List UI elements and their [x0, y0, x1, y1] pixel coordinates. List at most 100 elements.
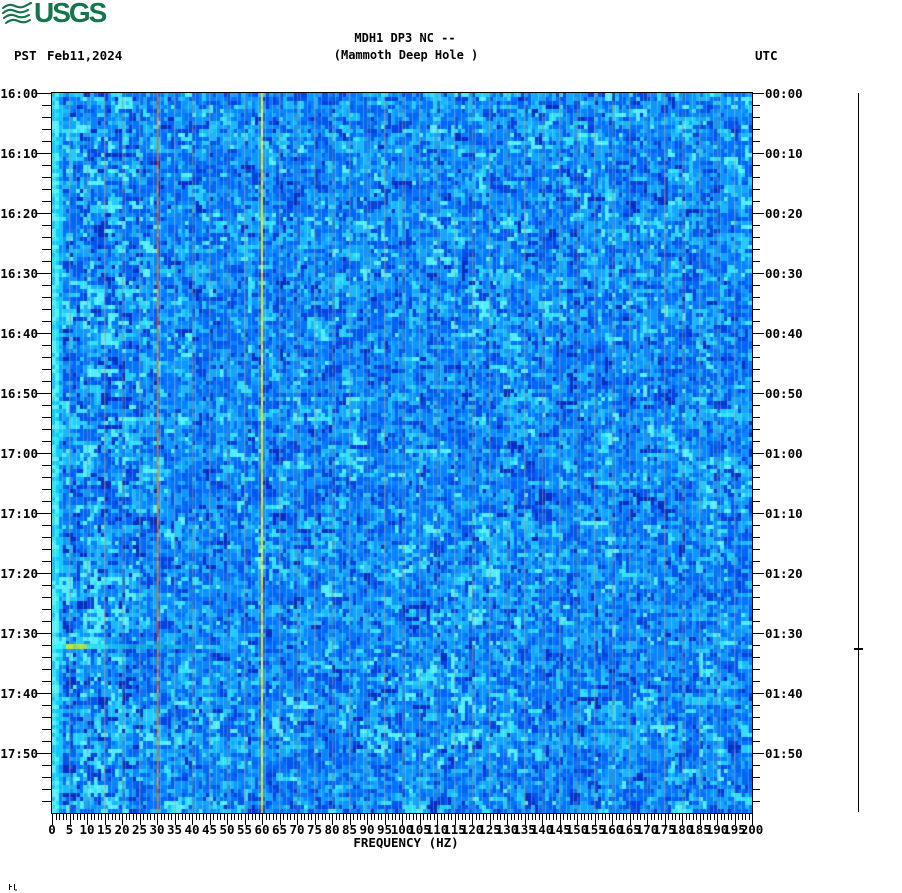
- x-axis-tick: [77, 813, 78, 820]
- x-axis-tick: [511, 813, 512, 820]
- station-title: MDH1 DP3 NC --: [354, 31, 455, 45]
- x-axis-tick: [738, 813, 739, 820]
- x-axis-tick: [346, 813, 347, 820]
- x-axis-tick-label: 0: [48, 822, 56, 837]
- x-axis-tick: [168, 813, 169, 820]
- x-axis-tick: [252, 813, 253, 820]
- left-axis-tick: [42, 129, 52, 130]
- x-axis-tick: [381, 813, 382, 820]
- left-axis-tick: [36, 213, 52, 214]
- x-axis-tick: [616, 813, 617, 820]
- right-axis-tick: [752, 489, 760, 490]
- left-axis-tick: [42, 621, 52, 622]
- x-axis-tick: [357, 813, 358, 820]
- x-axis-tick-label: 60: [254, 822, 269, 837]
- right-axis-tick: [752, 369, 760, 370]
- x-axis-tick: [364, 813, 365, 820]
- left-axis-tick: [42, 441, 52, 442]
- x-axis-tick: [224, 813, 225, 820]
- right-axis-tick: [752, 777, 760, 778]
- x-axis-tick: [287, 813, 288, 820]
- x-axis-tick-label: 50: [219, 822, 234, 837]
- x-axis-tick: [98, 813, 99, 820]
- x-axis-tick: [476, 813, 477, 820]
- x-axis-tick: [448, 813, 449, 820]
- x-axis-tick: [378, 813, 379, 820]
- x-axis-tick: [444, 813, 445, 820]
- right-axis-tick: [752, 753, 764, 754]
- right-axis-tick: [752, 393, 764, 394]
- right-axis-tick: [752, 129, 760, 130]
- x-axis-tick: [434, 813, 435, 820]
- x-axis-tick: [56, 813, 57, 820]
- right-axis-tick: [752, 237, 760, 238]
- x-axis-tick: [339, 813, 340, 820]
- right-axis-tick: [752, 765, 760, 766]
- x-axis-tick: [626, 813, 627, 820]
- usgs-logo: USGS: [2, 2, 105, 30]
- x-axis-tick: [504, 813, 505, 820]
- tiny-corner-glyph: [8, 876, 18, 893]
- x-axis-tick: [126, 813, 127, 820]
- x-axis-tick: [539, 813, 540, 820]
- x-axis-tick: [423, 813, 424, 820]
- left-axis-tick: [42, 525, 52, 526]
- x-axis-tick: [136, 813, 137, 820]
- x-axis-tick: [409, 813, 410, 820]
- left-axis-tick: [42, 249, 52, 250]
- x-axis-tick: [710, 813, 711, 820]
- x-axis-tick: [742, 813, 743, 820]
- x-axis-tick: [430, 813, 431, 820]
- x-axis-tick: [598, 813, 599, 820]
- left-axis-tick-label: 16:20: [0, 206, 38, 221]
- x-axis-tick: [353, 813, 354, 820]
- x-axis-tick-label: 15: [97, 822, 112, 837]
- left-axis-tick: [36, 393, 52, 394]
- left-axis-tick: [42, 309, 52, 310]
- x-axis-tick: [66, 813, 67, 820]
- x-axis-tick: [164, 813, 165, 820]
- x-axis-tick: [112, 813, 113, 820]
- left-axis-tick: [42, 261, 52, 262]
- x-axis-tick: [623, 813, 624, 820]
- x-axis-tick: [399, 813, 400, 820]
- x-axis-tick: [269, 813, 270, 820]
- x-axis-tick: [553, 813, 554, 820]
- right-axis-tick: [752, 693, 764, 694]
- right-axis-tick: [752, 657, 760, 658]
- right-axis-tick: [752, 801, 760, 802]
- x-axis-tick: [143, 813, 144, 820]
- right-axis-tick: [752, 297, 760, 298]
- x-axis-tick: [388, 813, 389, 820]
- x-axis-tick: [591, 813, 592, 820]
- left-axis-tick: [42, 537, 52, 538]
- x-axis-tick-label: 10: [79, 822, 94, 837]
- x-axis-tick: [679, 813, 680, 820]
- x-axis-tick: [276, 813, 277, 820]
- x-axis-tick: [658, 813, 659, 820]
- x-axis-tick: [675, 813, 676, 820]
- x-axis-tick: [147, 813, 148, 820]
- right-axis-tick: [752, 381, 760, 382]
- x-axis-tick: [458, 813, 459, 820]
- right-axis-tick: [752, 513, 764, 514]
- right-axis-tick: [752, 585, 760, 586]
- x-axis-tick: [63, 813, 64, 820]
- amplitude-scale-bar: [858, 93, 859, 812]
- x-axis-tick: [588, 813, 589, 820]
- right-axis-tick: [752, 789, 760, 790]
- timezone-left-label: PST: [14, 48, 37, 63]
- x-axis-tick: [745, 813, 746, 820]
- left-axis-tick: [42, 465, 52, 466]
- x-axis-tick-label: 45: [202, 822, 217, 837]
- left-axis-tick: [42, 321, 52, 322]
- x-axis-tick: [532, 813, 533, 820]
- x-axis-tick: [570, 813, 571, 820]
- x-axis-tick: [196, 813, 197, 820]
- x-axis-tick: [581, 813, 582, 820]
- left-axis-tick: [42, 777, 52, 778]
- x-axis-tick: [290, 813, 291, 820]
- right-axis-tick-label: 00:30: [765, 266, 803, 281]
- x-axis-tick: [413, 813, 414, 820]
- x-axis-tick: [91, 813, 92, 820]
